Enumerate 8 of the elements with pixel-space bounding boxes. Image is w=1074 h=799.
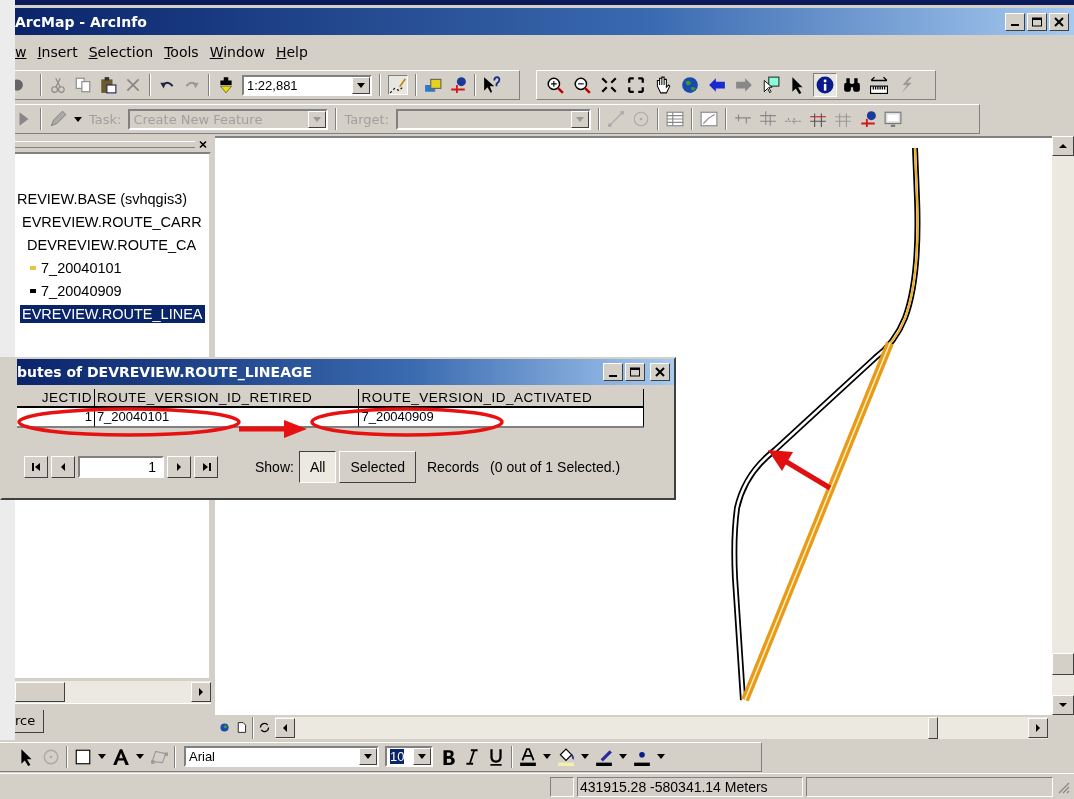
show-label: Show: [255, 459, 294, 475]
coordinates-readout: 431915.28 -580341.14 Meters [577, 777, 803, 797]
records-label: Records [426, 459, 480, 475]
table-cell: 1 [17, 408, 95, 427]
table-cell: 7_20040909 [359, 408, 644, 427]
window-title: ArcMap - ArcInfo [15, 13, 147, 30]
selection-summary: (0 out of 1 Selected.) [490, 459, 621, 475]
window-title: butes of DEVREVIEW.ROUTE_LINEAGE [17, 364, 313, 380]
